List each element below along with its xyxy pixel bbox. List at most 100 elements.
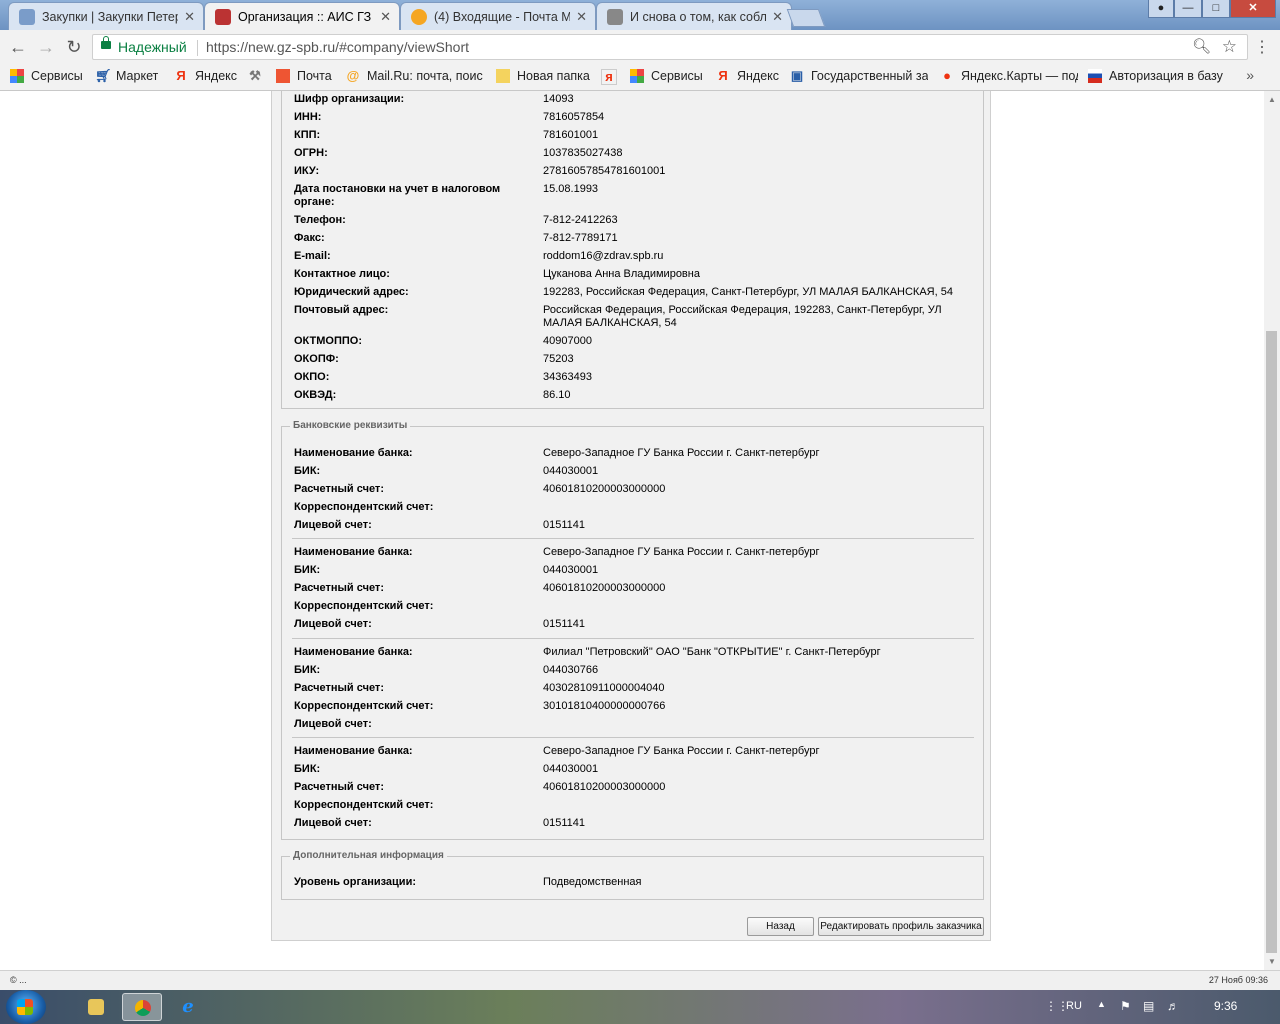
bookmark-tools[interactable]: ⚒ bbox=[248, 69, 269, 83]
field-value: 86.10 bbox=[543, 389, 571, 401]
field-value: Филиал "Петровский" ОАО "Банк "ОТКРЫТИЕ"… bbox=[543, 646, 881, 658]
bookmarks-more-icon[interactable]: » bbox=[1246, 67, 1254, 83]
forward-arrow-icon[interactable]: → bbox=[35, 36, 57, 58]
bookmark-new-folder[interactable]: Новая папка bbox=[496, 69, 590, 83]
tools-favicon-icon bbox=[215, 8, 231, 25]
tab-organization[interactable]: Организация :: АИС ГЗ ✕ bbox=[204, 2, 400, 30]
zoom-icon[interactable]: 🔍︎ bbox=[1192, 35, 1211, 59]
bookmark-yandex[interactable]: Я Яндекс bbox=[174, 69, 237, 83]
field-value: 27816057854781601001 bbox=[543, 165, 666, 177]
bookmark-mail[interactable]: Почта bbox=[276, 69, 332, 83]
tab-article[interactable]: И снова о том, как собл ✕ bbox=[596, 2, 792, 30]
start-button[interactable] bbox=[6, 990, 46, 1024]
field-value: 40601810200003000000 bbox=[543, 582, 666, 594]
mailru-icon: @ bbox=[346, 69, 360, 83]
action-center-icon[interactable]: ⚑ bbox=[1120, 999, 1131, 1013]
back-arrow-icon[interactable]: ← bbox=[7, 36, 29, 58]
field-value: 044030001 bbox=[543, 564, 599, 576]
tab-close-icon[interactable]: ✕ bbox=[772, 9, 783, 25]
field-label: Контактное лицо: bbox=[294, 268, 390, 280]
tab-label: Организация :: АИС ГЗ bbox=[238, 9, 372, 24]
edit-profile-button[interactable]: Редактировать профиль заказчика bbox=[818, 917, 984, 936]
field-label: Шифр организации: bbox=[294, 93, 405, 105]
field-value: Северо-Западное ГУ Банка России г. Санкт… bbox=[543, 745, 820, 757]
clock[interactable]: 9:36 bbox=[1214, 999, 1237, 1013]
address-bar[interactable]: Надежный https://new.gz-spb.ru/#company/… bbox=[92, 34, 1248, 60]
field-label: Уровень организации: bbox=[294, 876, 416, 888]
scroll-down-icon[interactable]: ▼ bbox=[1268, 957, 1276, 966]
bookmarks-bar: Сервисы 🛒︎ Маркет Я Яндекс ⚒ Почта @ Mail.R… bbox=[0, 64, 1280, 91]
star-icon[interactable]: ☆ bbox=[1222, 35, 1237, 59]
field-label: Расчетный счет: bbox=[294, 483, 384, 495]
tab-close-icon[interactable]: ✕ bbox=[576, 9, 587, 25]
tab-mail[interactable]: (4) Входящие - Почта М ✕ bbox=[400, 2, 596, 30]
tab-close-icon[interactable]: ✕ bbox=[184, 9, 195, 25]
bookmark-services[interactable]: Сервисы bbox=[10, 69, 83, 83]
field-label: Наименование банка: bbox=[294, 447, 413, 459]
taskbar-chrome[interactable] bbox=[122, 993, 162, 1021]
additional-info-fieldset: Дополнительная информация Уровень органи… bbox=[281, 850, 984, 900]
window-controls: ● — □ ✕ bbox=[1148, 0, 1276, 18]
folder-icon bbox=[88, 999, 104, 1015]
bookmark-yandex-box[interactable]: я bbox=[601, 69, 624, 85]
additional-info-legend: Дополнительная информация bbox=[290, 850, 447, 861]
apps-icon bbox=[10, 69, 24, 83]
field-value: Цуканова Анна Владимировна bbox=[543, 268, 700, 280]
reload-icon[interactable]: ↻ bbox=[63, 36, 85, 58]
field-label: КПП: bbox=[294, 129, 321, 141]
language-indicator[interactable]: RU bbox=[1066, 1000, 1082, 1012]
bookmark-label: Государственный за bbox=[811, 69, 928, 83]
maximize-icon[interactable]: □ bbox=[1202, 0, 1230, 18]
field-label: Юридический адрес: bbox=[294, 286, 409, 298]
taskbar-ie[interactable]: e bbox=[168, 993, 208, 1021]
field-label: Корреспондентский счет: bbox=[294, 501, 434, 513]
field-value: roddom16@zdrav.spb.ru bbox=[543, 250, 664, 262]
page-scrollbar[interactable]: ▲ ▼ bbox=[1264, 91, 1280, 970]
minimize-icon[interactable]: — bbox=[1174, 0, 1202, 18]
field-label: Наименование банка: bbox=[294, 546, 413, 558]
bookmark-gov[interactable]: ▣ Государственный за bbox=[790, 69, 928, 83]
volume-icon[interactable]: ♬ bbox=[1167, 999, 1179, 1013]
map-pin-icon: ● bbox=[943, 69, 951, 83]
taskbar-explorer[interactable] bbox=[76, 993, 116, 1021]
field-label: Лицевой счет: bbox=[294, 519, 372, 531]
field-value: 40907000 bbox=[543, 335, 592, 347]
new-tab-button[interactable] bbox=[786, 9, 826, 27]
url-text[interactable]: https://new.gz-spb.ru/#company/viewShort bbox=[206, 35, 469, 59]
field-label: ОГРН: bbox=[294, 147, 328, 159]
bookmark-services-2[interactable]: Сервисы bbox=[630, 69, 703, 83]
bank-divider bbox=[292, 638, 974, 639]
bookmark-market[interactable]: 🛒︎ Маркет bbox=[95, 69, 158, 83]
bank-details-fieldset: Банковские реквизиты Наименование банка:… bbox=[281, 420, 984, 840]
back-button[interactable]: Назад bbox=[747, 917, 814, 936]
bookmark-mailru[interactable]: @ Mail.Ru: почта, поис bbox=[346, 69, 484, 83]
field-label: Лицевой счет: bbox=[294, 817, 372, 829]
company-profile-panel: Шифр организации: 14093 ИНН: 7816057854 КП… bbox=[271, 91, 991, 941]
tray-expand-icon[interactable]: ▲ bbox=[1097, 999, 1106, 1009]
scroll-up-icon[interactable]: ▲ bbox=[1268, 95, 1276, 104]
bookmark-yandex-maps[interactable]: ● Яндекс.Карты — под bbox=[940, 69, 1078, 83]
field-value: 75203 bbox=[543, 353, 574, 365]
close-window-icon[interactable]: ✕ bbox=[1230, 0, 1276, 18]
tab-close-icon[interactable]: ✕ bbox=[380, 9, 391, 25]
field-value: 7-812-7789171 bbox=[543, 232, 618, 244]
field-value: Северо-Западное ГУ Банка России г. Санкт… bbox=[543, 447, 820, 459]
tab-label: Закупки | Закупки Петер bbox=[42, 9, 179, 24]
scrollbar-thumb[interactable] bbox=[1266, 331, 1277, 953]
field-value: Северо-Западное ГУ Банка России г. Санкт… bbox=[543, 546, 820, 558]
bookmark-yandex-2[interactable]: Я Яндекс bbox=[716, 69, 779, 83]
page-viewport: Шифр организации: 14093 ИНН: 7816057854 КП… bbox=[0, 91, 1264, 970]
field-label: Расчетный счет: bbox=[294, 682, 384, 694]
field-value: 192283, Российская Федерация, Санкт-Пете… bbox=[543, 286, 953, 298]
field-label: БИК: bbox=[294, 763, 321, 775]
bookmark-auth[interactable]: Авторизация в базу bbox=[1088, 69, 1226, 83]
user-icon[interactable]: ● bbox=[1148, 0, 1174, 18]
field-label: Дата постановки на учет в налоговом орга… bbox=[294, 183, 501, 208]
tab-label: И снова о том, как собл bbox=[630, 9, 767, 24]
field-label: E-mail: bbox=[294, 250, 331, 262]
menu-icon[interactable]: ⋮ bbox=[1254, 37, 1270, 57]
tab-zakupki[interactable]: Закупки | Закупки Петер ✕ bbox=[8, 2, 204, 30]
field-value: 044030001 bbox=[543, 763, 599, 775]
network-icon[interactable]: ▤ bbox=[1143, 999, 1154, 1013]
field-label: Лицевой счет: bbox=[294, 718, 372, 730]
